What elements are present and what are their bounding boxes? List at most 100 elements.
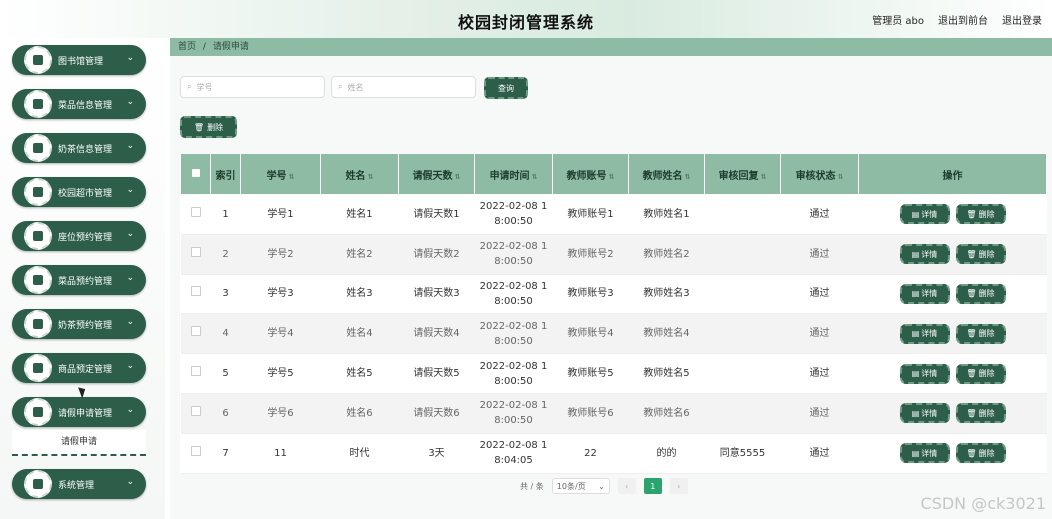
chevron-down-icon: ⌄ bbox=[126, 273, 134, 283]
row-checkbox[interactable] bbox=[180, 353, 211, 394]
col-time[interactable]: 申请时间 ⇅ bbox=[474, 153, 553, 195]
col-teacher-account[interactable]: 教师账号 ⇅ bbox=[552, 153, 629, 195]
document-icon: ▤ bbox=[911, 249, 920, 259]
detail-button[interactable]: ▤ 详情 bbox=[899, 403, 950, 424]
cell-index: 4 bbox=[210, 313, 241, 355]
cell-teacher-name: 教师姓名5 bbox=[628, 353, 705, 394]
row-delete-button[interactable]: 🗑 删除 bbox=[955, 403, 1006, 424]
row-delete-button[interactable]: 🗑 删除 bbox=[955, 363, 1006, 384]
row-checkbox[interactable] bbox=[180, 194, 211, 235]
check-square-icon bbox=[24, 354, 52, 382]
row-delete-button[interactable]: 🗑 删除 bbox=[955, 204, 1006, 225]
cell-time: 2022-02-08 1 8:00:50 bbox=[474, 393, 553, 434]
breadcrumb-home[interactable]: 首页 bbox=[178, 42, 196, 52]
sidebar-item-milktea-booking[interactable]: 奶茶预约管理 ⌄ bbox=[12, 309, 146, 339]
detail-button[interactable]: ▤ 详情 bbox=[899, 204, 950, 225]
detail-button[interactable]: ▤ 详情 bbox=[899, 323, 950, 344]
detail-button[interactable]: ▤ 详情 bbox=[899, 443, 950, 464]
sidebar-item-system[interactable]: 系统管理 ⌄ bbox=[12, 469, 146, 499]
submenu-leave-apply[interactable]: 请假申请 bbox=[12, 430, 146, 456]
col-xingming[interactable]: 姓名 ⇅ bbox=[320, 153, 399, 195]
row-checkbox[interactable] bbox=[180, 274, 211, 315]
xingming-search-input[interactable]: ⌕ 姓名 bbox=[331, 76, 476, 98]
detail-button[interactable]: ▤ 详情 bbox=[899, 244, 950, 265]
cell-xingming: 姓名1 bbox=[320, 194, 399, 235]
trash-icon: 🗑 bbox=[193, 122, 205, 132]
cell-days: 请假天数5 bbox=[398, 353, 475, 394]
document-icon: ▤ bbox=[911, 289, 920, 299]
detail-button[interactable]: ▤ 详情 bbox=[899, 283, 950, 304]
sidebar-item-label: 图书馆管理 bbox=[58, 57, 104, 67]
page-number-current[interactable]: 1 bbox=[643, 478, 662, 494]
grid-icon bbox=[24, 398, 52, 426]
breadcrumb-current: 请假申请 bbox=[212, 42, 249, 52]
col-status[interactable]: 审核状态 ⇅ bbox=[780, 153, 859, 195]
grid-icon bbox=[24, 46, 52, 74]
row-checkbox[interactable] bbox=[180, 393, 211, 434]
cell-index: 2 bbox=[210, 234, 241, 275]
cell-status: 通过 bbox=[780, 234, 859, 275]
list-icon bbox=[24, 266, 52, 294]
cell-time: 2022-02-08 1 8:00:50 bbox=[474, 194, 553, 235]
sidebar-item-supermarket[interactable]: 校园超市管理 ⌄ bbox=[12, 177, 146, 207]
row-delete-button[interactable]: 🗑 删除 bbox=[955, 244, 1006, 265]
sidebar-item-goods-order[interactable]: 商品预定管理 ⌄ bbox=[12, 353, 146, 383]
cell-xuehao: 11 bbox=[240, 433, 321, 474]
xingming-placeholder: 姓名 bbox=[347, 82, 364, 92]
row-delete-button[interactable]: 🗑 删除 bbox=[955, 283, 1006, 304]
sidebar-item-milktea-info[interactable]: 奶茶信息管理 ⌄ bbox=[12, 133, 146, 163]
cell-actions: ▤ 详情 🗑 删除 bbox=[858, 274, 1047, 315]
next-page-button[interactable]: › bbox=[669, 478, 688, 494]
sidebar-item-leave[interactable]: 请假申请管理 ⌄ bbox=[12, 397, 146, 427]
sidebar-item-dish-booking[interactable]: 菜品预约管理 ⌄ bbox=[12, 265, 146, 295]
row-delete-button[interactable]: 🗑 删除 bbox=[955, 443, 1006, 464]
chevron-down-icon: ⌄ bbox=[126, 53, 134, 63]
cell-xuehao: 学号5 bbox=[240, 353, 321, 394]
sidebar-item-library[interactable]: 图书馆管理 ⌄ bbox=[12, 45, 146, 75]
batch-delete-button[interactable]: 🗑 删除 bbox=[180, 116, 237, 138]
back-to-front-link[interactable]: 退出到前台 bbox=[938, 12, 988, 27]
sidebar-item-dish-info[interactable]: 菜品信息管理 ⌄ bbox=[12, 89, 146, 119]
cell-reply bbox=[704, 194, 781, 235]
query-button[interactable]: 查询 bbox=[484, 77, 528, 99]
xuehao-placeholder: 学号 bbox=[196, 82, 213, 92]
col-xuehao[interactable]: 学号 ⇅ bbox=[240, 153, 321, 195]
breadcrumb: 首页 / 请假申请 bbox=[170, 38, 1052, 56]
row-checkbox[interactable] bbox=[180, 234, 211, 275]
table-header-row: 索引 学号 ⇅ 姓名 ⇅ 请假天数 ⇅ 申请时间 ⇅ 教师账号 ⇅ 教师姓名 ⇅ 审核回复 ⇅… bbox=[180, 153, 1047, 195]
cell-actions: ▤ 详情 🗑 删除 bbox=[858, 313, 1047, 355]
col-reply[interactable]: 审核回复 ⇅ bbox=[704, 153, 781, 195]
prev-page-button[interactable]: ‹ bbox=[617, 478, 636, 494]
row-checkbox[interactable] bbox=[180, 313, 211, 355]
trash-icon: 🗑 bbox=[966, 448, 977, 458]
sidebar-item-seat-booking[interactable]: 座位预约管理 ⌄ bbox=[12, 221, 146, 251]
col-days[interactable]: 请假天数 ⇅ bbox=[398, 153, 475, 195]
trash-icon: 🗑 bbox=[966, 369, 977, 379]
grid-icon bbox=[24, 134, 52, 162]
page-size-select[interactable]: 10条/页 ⌄ bbox=[551, 478, 610, 494]
chevron-down-icon: ⌄ bbox=[598, 481, 605, 491]
cell-days: 请假天数3 bbox=[398, 274, 475, 315]
col-teacher-name[interactable]: 教师姓名 ⇅ bbox=[628, 153, 705, 195]
cell-status: 通过 bbox=[780, 433, 859, 474]
cell-days: 请假天数1 bbox=[398, 194, 475, 235]
table-row: 1 学号1 姓名1 请假天数1 2022-02-08 1 8:00:50 教师账号1 教师姓名… bbox=[180, 194, 1047, 235]
table-row: 3 学号3 姓名3 请假天数3 2022-02-08 1 8:00:50 教师账号3 教师姓名… bbox=[180, 274, 1047, 315]
row-delete-button[interactable]: 🗑 删除 bbox=[955, 323, 1006, 344]
select-all-checkbox[interactable] bbox=[180, 153, 211, 195]
query-button-label: 查询 bbox=[498, 83, 514, 93]
sidebar-item-label: 商品预定管理 bbox=[58, 365, 113, 375]
pagination: 共 / 条 10条/页 ⌄ ‹ 1 › bbox=[520, 478, 688, 494]
xuehao-search-input[interactable]: ⌕ 学号 bbox=[180, 76, 325, 98]
cell-index: 6 bbox=[210, 393, 241, 434]
document-icon: ▤ bbox=[911, 329, 920, 339]
document-icon: ▤ bbox=[911, 408, 920, 418]
logout-link[interactable]: 退出登录 bbox=[1002, 12, 1042, 27]
cell-actions: ▤ 详情 🗑 删除 bbox=[858, 353, 1047, 394]
cell-xuehao: 学号2 bbox=[240, 234, 321, 275]
trash-icon: 🗑 bbox=[966, 289, 977, 299]
col-index: 索引 bbox=[210, 153, 241, 195]
detail-button[interactable]: ▤ 详情 bbox=[899, 363, 950, 384]
row-checkbox[interactable] bbox=[180, 433, 211, 474]
current-user: 管理员 abo bbox=[872, 16, 924, 27]
